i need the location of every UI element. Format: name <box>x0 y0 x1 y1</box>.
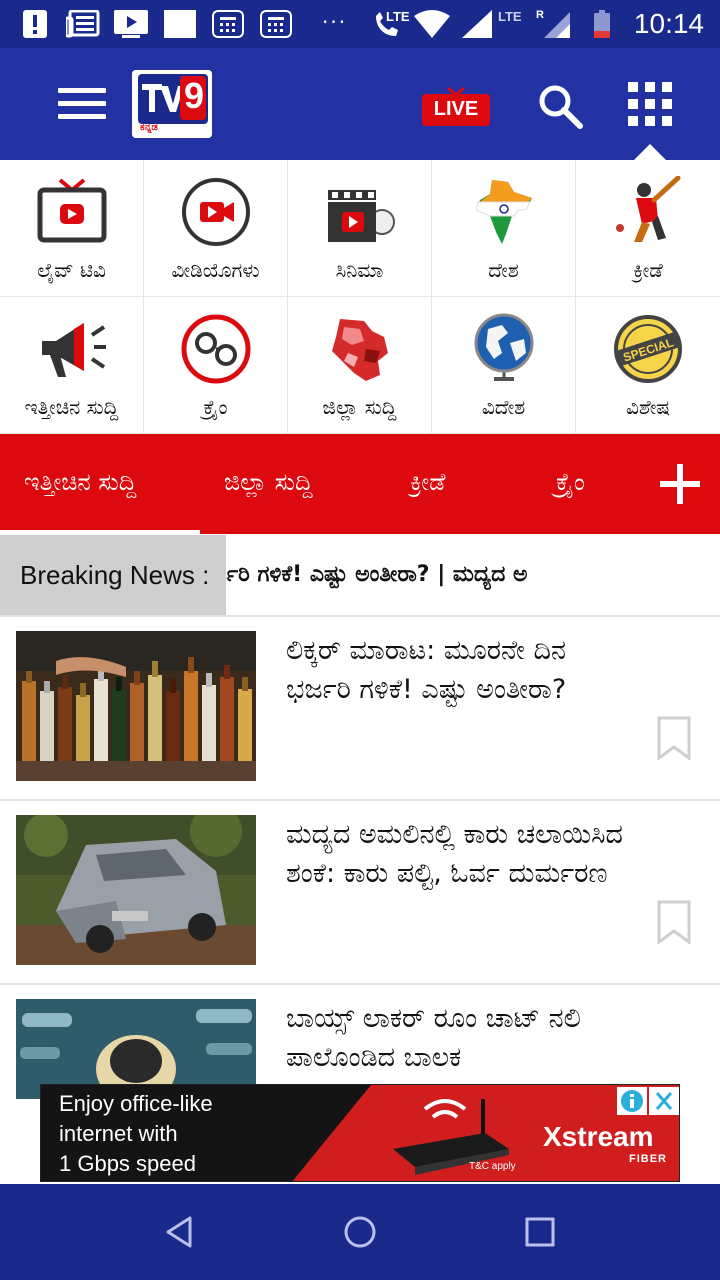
tab-crime[interactable]: ಕ್ರೈಂ <box>556 468 585 496</box>
apps-grid-icon[interactable] <box>628 82 672 126</box>
category-label: ಜಿಲ್ಲಾ ಸುದ್ದಿ <box>322 395 397 419</box>
alert-icon <box>23 10 47 38</box>
breaking-ticker[interactable]: ರ್ಜರಿ ಗಳಿಕೆ! ಎಷ್ಟು ಅಂತೀರಾ? | ಮದ್ಯದ ಅ <box>212 535 527 615</box>
news-title[interactable]: ಬಾಯ್ಸ್ ಲಾಕರ್ ರೂಂ ಚಾಟ್ ನಲಿ ಪಾಲೊಂಡಿದ ಬಾಲಕ <box>286 999 636 1077</box>
category-label: ವಿದೇಶ <box>481 395 526 419</box>
lte-label: LTE <box>386 9 410 24</box>
status-bar: ··· LTE LTE R 10:14 <box>0 0 720 48</box>
category-crime[interactable]: ಕ್ರೈಂ <box>144 297 288 434</box>
special-badge-icon: SPECIAL <box>614 315 682 383</box>
close-icon[interactable] <box>649 1087 679 1115</box>
ad-copy: Enjoy office-like internet with 1 Gbps s… <box>59 1089 299 1179</box>
ad-line-2: internet with <box>59 1121 178 1146</box>
breaking-label: Breaking News : <box>0 535 226 615</box>
category-district-news[interactable]: ಜಿಲ್ಲಾ ಸುದ್ದಿ <box>288 297 432 434</box>
category-label: ಇತ್ತೀಚಿನ ಸುದ್ದಿ <box>24 395 119 419</box>
category-label: ದೇಶ <box>488 258 519 282</box>
cinema-clapper-icon <box>328 190 395 242</box>
ad-line-3: 1 Gbps speed <box>59 1151 196 1176</box>
dropdown-caret <box>634 144 666 160</box>
back-icon[interactable] <box>162 1214 198 1250</box>
liquor-bottles-thumbnail <box>16 631 256 781</box>
signal-icon <box>462 10 492 38</box>
search-icon[interactable] <box>536 82 584 130</box>
megaphone-icon <box>42 323 106 377</box>
more-notifications: ··· <box>322 10 348 34</box>
category-videos[interactable]: ವೀಡಿಯೊಗಳು <box>144 160 288 297</box>
category-nation[interactable]: ದೇಶ <box>432 160 576 297</box>
tv-play-icon <box>114 10 148 38</box>
add-tab-icon[interactable] <box>658 462 702 506</box>
wifi-icon <box>414 10 450 38</box>
category-label: ಲೈವ್ ಟಿವಿ <box>37 258 106 282</box>
bookmark-icon[interactable] <box>656 715 692 761</box>
ad-brand: Xstream <box>543 1121 654 1152</box>
battery-low-icon <box>594 10 610 38</box>
tab-bar: ಇತ್ತೀಚಿನ ಸುದ್ದಿ ಜಿಲ್ಲಾ ಸುದ್ದಿ ಕ್ರೀಡೆ ಕ್ರ… <box>0 434 720 534</box>
category-label: ಕ್ರೈಂ <box>203 395 228 419</box>
ad-line-1: Enjoy office-like <box>59 1091 213 1116</box>
cricket-icon <box>616 176 681 242</box>
category-latest-news[interactable]: ಇತ್ತೀಚಿನ ಸುದ್ದಿ <box>0 297 144 434</box>
category-label: ವೀಡಿಯೊಗಳು <box>171 258 260 282</box>
category-label: ಕ್ರೀಡೆ <box>633 258 663 282</box>
system-nav-bar <box>0 1184 720 1280</box>
category-grid: ಲೈವ್ ಟಿವಿ ವೀಡಿಯೊಗಳು ಸಿನಿಮಾ ದೇಶ ಕ್ರೀಡೆ ಇತ… <box>0 160 720 434</box>
category-label: ವಿಶೇಷ <box>625 395 671 419</box>
bookmark-icon[interactable] <box>656 899 692 945</box>
video-camera-icon <box>182 178 250 246</box>
breaking-news-bar: ರ್ಜರಿ ಗಳಿಕೆ! ಎಷ್ಟು ಅಂತೀರಾ? | ಮದ್ಯದ ಅ Bre… <box>0 535 720 615</box>
calculator-icon <box>260 10 292 38</box>
signal-roaming-icon <box>544 12 570 38</box>
category-cinema[interactable]: ಸಿನಿಮಾ <box>288 160 432 297</box>
calculator-icon <box>212 10 244 38</box>
logo-nine: 9 <box>183 75 205 116</box>
white-square-icon <box>164 10 196 38</box>
home-icon[interactable] <box>342 1214 378 1250</box>
info-icon[interactable] <box>617 1087 647 1115</box>
clock: 10:14 <box>633 8 704 39</box>
karnataka-map-icon <box>332 319 388 381</box>
globe-icon <box>474 313 534 381</box>
menu-icon[interactable] <box>58 88 106 120</box>
logo-kannada: ಕನ್ನಡ <box>140 122 158 133</box>
tab-sports[interactable]: ಕ್ರೀಡೆ <box>410 468 445 496</box>
news-item[interactable]: ಮದ್ಯದ ಅಮಲಿನಲ್ಲಿ ಕಾರು ಚಲಾಯಿಸಿದ ಶಂಕೆ: ಕಾರು… <box>0 799 720 983</box>
live-button[interactable]: LIVE <box>422 86 490 128</box>
category-international[interactable]: ವಿದೇಶ <box>432 297 576 434</box>
lte-label-2: LTE <box>498 9 522 24</box>
news-title[interactable]: ಲಿಕ್ಕರ್ ಮಾರಾಟ: ಮೂರನೇ ದಿನ ಭರ್ಜರಿ ಗಳಿಕೆ! ಎ… <box>286 631 636 709</box>
news-icon <box>66 10 100 38</box>
india-map-icon <box>475 180 532 244</box>
news-title[interactable]: ಮದ್ಯದ ಅಮಲಿನಲ್ಲಿ ಕಾರು ಚಲಾಯಿಸಿದ ಶಂಕೆ: ಕಾರು… <box>286 815 636 893</box>
category-label: ಸಿನಿಮಾ <box>335 258 384 282</box>
recents-icon[interactable] <box>522 1214 558 1250</box>
tab-latest-news[interactable]: ಇತ್ತೀಚಿನ ಸುದ್ದಿ <box>24 468 136 496</box>
category-live-tv[interactable]: ಲೈವ್ ಟಿವಿ <box>0 160 144 297</box>
tv9-logo[interactable]: 9 ಕನ್ನಡ <box>132 70 212 138</box>
ad-terms: T&C apply <box>469 1161 516 1172</box>
category-special[interactable]: SPECIAL ವಿಶೇಷ <box>576 297 720 434</box>
news-item[interactable]: ಲಿಕ್ಕರ್ ಮಾರಾಟ: ಮೂರನೇ ದಿನ ಭರ್ಜರಿ ಗಳಿಕೆ! ಎ… <box>0 615 720 799</box>
ad-brand-sub: FIBER <box>629 1153 667 1165</box>
tab-district-news[interactable]: ಜಿಲ್ಲಾ ಸುದ್ದಿ <box>224 468 313 496</box>
category-sports[interactable]: ಕ್ರೀಡೆ <box>576 160 720 297</box>
crashed-car-thumbnail <box>16 815 256 965</box>
live-label: LIVE <box>433 98 479 120</box>
live-tv-icon <box>37 178 107 243</box>
ad-banner[interactable]: Enjoy office-like internet with 1 Gbps s… <box>40 1084 680 1182</box>
active-tab-indicator <box>0 530 200 534</box>
app-header: 9 ಕನ್ನಡ LIVE <box>0 48 720 160</box>
handcuffs-icon <box>181 314 251 384</box>
